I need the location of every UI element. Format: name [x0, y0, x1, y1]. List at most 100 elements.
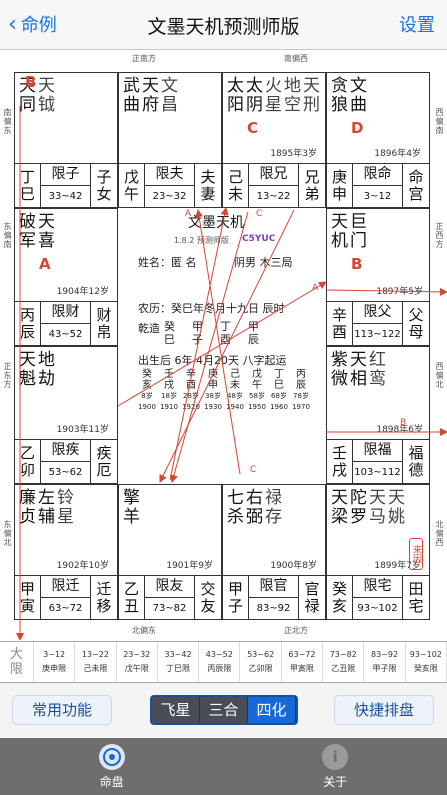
star-char: 鸾 [369, 369, 386, 389]
palace-name: 限兄 [249, 164, 298, 186]
palace-xu[interactable]: 紫微天相红鸾 1898年6岁壬戌限福 103~112 福德 [326, 346, 430, 484]
quick-chart-button[interactable]: 快捷排盘 [334, 695, 434, 725]
star-char: 弼 [246, 507, 263, 527]
daxian-cell[interactable]: 93~102 癸亥限 [406, 642, 447, 682]
palace-title: 夫妻 [200, 167, 216, 203]
dir-right-top: 西偏南 [435, 108, 444, 135]
star: 太阴 [246, 77, 263, 115]
tab-mingpan[interactable]: 命盘 [0, 738, 224, 795]
age-range: 93~102 [357, 603, 398, 614]
star: 天马 [369, 489, 386, 527]
chart-center: 文墨天机 1.8.2 预测师版 C5YUC 姓名：匿 名 阴男 木三局 农历：癸… [118, 208, 326, 484]
star-char: 天 [331, 212, 348, 232]
common-functions-button[interactable]: 常用功能 [12, 695, 112, 725]
seg-feixing[interactable]: 飞星 [152, 697, 200, 723]
palace-shen[interactable]: 贪狼文曲 D 1896年4岁庚申限命 3~12 命宫 [326, 72, 430, 208]
palace-name: 限夫 [145, 164, 194, 186]
ganzhi: 丙辰 [15, 302, 41, 345]
star-char: 昌 [161, 95, 178, 115]
palace-middle: 限疾 53~62 [41, 440, 91, 483]
star: 地劫 [38, 351, 55, 389]
seg-sihua[interactable]: 四化 [248, 697, 296, 723]
palace-middle: 限友 73~82 [145, 576, 195, 619]
daxian-cell[interactable]: 73~82 乙丑限 [323, 642, 365, 682]
palace-si[interactable]: 天同天钺 B 丁巳限子 33~42 子女 [14, 72, 118, 208]
star-char: 紫 [331, 350, 348, 370]
age-range: 3~12 [363, 191, 392, 202]
dayun-column: 癸亥 8岁 1900 [138, 369, 156, 411]
palace-title: 迁移 [96, 579, 112, 615]
star: 天刑 [303, 77, 320, 115]
star-char: 门 [350, 231, 367, 251]
sihua-mark: C [247, 119, 259, 137]
star-char: 天 [19, 350, 36, 370]
star-char: 铃 [57, 488, 74, 508]
palace-footer: 乙卯限疾 53~62 疾厄 [15, 439, 117, 483]
palace-wei[interactable]: 太阳太阴火星地空天刑 C 1895年3岁己未限兄 13~22 兄弟 [222, 72, 326, 208]
palace-chen[interactable]: 破军天喜 A 1904年12岁丙辰限财 43~52 财帛 [14, 208, 118, 346]
star: 文曲 [350, 77, 367, 115]
star-char: 禄 [265, 488, 282, 508]
star: 巨门 [350, 213, 367, 251]
palace-wu[interactable]: 武曲天府文昌戊午限夫 23~32 夫妻 [118, 72, 222, 208]
ganzhi: 戊午 [119, 164, 145, 207]
star: 天梁 [331, 489, 348, 527]
star: 左辅 [38, 489, 55, 527]
star: 陀罗 [350, 489, 367, 527]
star-char: 地 [284, 76, 301, 96]
star-char: 存 [265, 507, 282, 527]
mode-segmented-control: 飞星 三合 四化 [150, 695, 298, 725]
daxian-cell[interactable]: 53~62 乙卯限 [240, 642, 282, 682]
star-char: 文 [161, 76, 178, 96]
palace-you[interactable]: 天机巨门 B 1897年5岁辛酉限父 113~122 父母 [326, 208, 430, 346]
settings-button[interactable]: 设置 [399, 11, 435, 37]
daxian-cell[interactable]: 23~32 戊午限 [117, 642, 158, 682]
palace-chou[interactable]: 擎羊 1901年9岁乙丑限友 73~82 交友 [118, 484, 222, 620]
star-char: 天 [38, 212, 55, 232]
star-char: 钺 [38, 95, 55, 115]
tab-label: 关于 [323, 774, 348, 789]
seg-sanhe[interactable]: 三合 [200, 697, 248, 723]
ganzhi: 丁巳 [15, 164, 41, 207]
star: 右弼 [246, 489, 263, 527]
version-label: 1.8.2 预测师版 [174, 236, 229, 245]
palace-title: 兄弟 [304, 167, 320, 203]
star-char: 辅 [38, 507, 55, 527]
daxian-cell[interactable]: 83~92 甲子限 [364, 642, 406, 682]
daxian-cell[interactable]: 43~52 丙辰限 [199, 642, 241, 682]
star: 天钺 [38, 77, 55, 115]
daxian-cell[interactable]: 33~42 丁巳限 [158, 642, 200, 682]
daxian-cell[interactable]: 3~12 庚申限 [34, 642, 76, 682]
palace-zi[interactable]: 七杀右弼禄存 1900年8岁甲子限官 83~92 官禄 [222, 484, 326, 620]
star-list: 廉贞左辅铃星 [19, 489, 74, 527]
star: 红鸾 [369, 351, 386, 389]
tab-about[interactable]: i 关于 [224, 738, 447, 795]
palace-footer: 甲寅限迁 63~72 迁移 [15, 575, 117, 619]
palace-title: 父母 [408, 305, 424, 341]
star-char: 贪 [331, 76, 348, 96]
star-char: 天 [303, 76, 320, 96]
dir-top-right: 南偏西 [284, 54, 308, 63]
palace-middle: 限兄 13~22 [249, 164, 299, 207]
daxian-cell[interactable]: 63~72 甲寅限 [282, 642, 324, 682]
star-char: 文 [350, 76, 367, 96]
star-char: 左 [38, 488, 55, 508]
star: 禄存 [265, 489, 282, 527]
palace-mao[interactable]: 天魁地劫 1903年11岁乙卯限疾 53~62 疾厄 [14, 346, 118, 484]
star: 擎羊 [123, 489, 140, 527]
palace-yin[interactable]: 廉贞左辅铃星 1902年10岁甲寅限迁 63~72 迁移 [14, 484, 118, 620]
palace-footer: 丁巳限子 33~42 子女 [15, 163, 117, 207]
star: 天机 [331, 213, 348, 251]
star-char: 空 [284, 95, 301, 115]
star: 七杀 [227, 489, 244, 527]
star-char: 阳 [227, 95, 244, 115]
daxian-cell[interactable]: 13~22 己未限 [75, 642, 117, 682]
dir-right-low: 西偏北 [435, 362, 444, 389]
palace-name: 限福 [353, 440, 402, 462]
sihua-mark: B [25, 73, 37, 91]
star-char: 阴 [246, 95, 263, 115]
ganzhi: 乙卯 [15, 440, 41, 483]
star-char: 梁 [331, 507, 348, 527]
star-char: 地 [38, 350, 55, 370]
tab-label: 命盘 [99, 774, 124, 789]
